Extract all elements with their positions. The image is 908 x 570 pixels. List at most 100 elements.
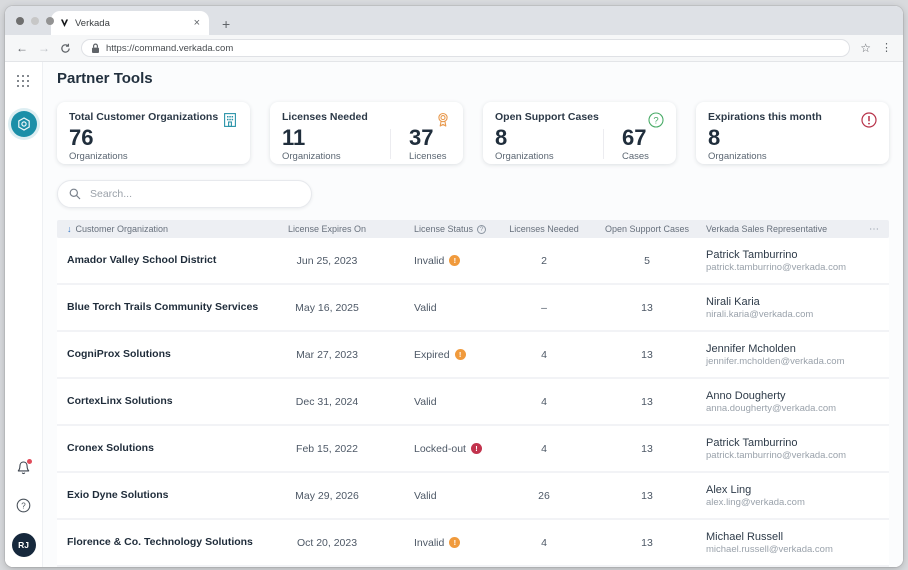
- card-title: Expirations this month: [708, 111, 877, 123]
- table-row[interactable]: Amador Valley School District Jun 25, 20…: [57, 238, 889, 285]
- column-header-open-support-cases[interactable]: Open Support Cases: [588, 224, 706, 234]
- app-content: ? RJ Partner Tools Total Customer Organi…: [5, 62, 903, 567]
- question-circle-icon: ?: [647, 111, 665, 129]
- help-circle-icon: ?: [16, 498, 31, 513]
- sales-representative-cell: Alex Ling alex.ling@verkada.com: [706, 484, 849, 508]
- org-name: CortexLinx Solutions: [67, 395, 272, 408]
- close-window-button[interactable]: [16, 17, 24, 25]
- page-title: Partner Tools: [57, 70, 889, 87]
- license-expires-date: Mar 27, 2023: [272, 349, 382, 361]
- stat-label: Organizations: [495, 151, 603, 162]
- browser-toolbar: ← → https://command.verkada.com ☆ ⋮: [5, 35, 903, 62]
- column-header-customer-organization[interactable]: ↓ Customer Organization: [67, 224, 272, 234]
- search-input[interactable]: [88, 187, 300, 201]
- table-row[interactable]: Blue Torch Trails Community Services May…: [57, 285, 889, 332]
- notifications-button[interactable]: [16, 460, 31, 481]
- stat-label: Organizations: [69, 151, 177, 162]
- table-more-icon[interactable]: ⋯: [849, 224, 879, 235]
- lock-icon[interactable]: [91, 43, 100, 54]
- verkada-logo-icon: [60, 18, 69, 28]
- license-status-text: Invalid: [414, 537, 444, 549]
- column-header-sales-representative[interactable]: Verkada Sales Representative: [706, 224, 849, 234]
- new-tab-button[interactable]: +: [222, 17, 230, 31]
- license-status-text: Expired: [414, 349, 450, 361]
- org-name: Exio Dyne Solutions: [67, 489, 272, 502]
- column-header-license-expires-on[interactable]: License Expires On: [272, 224, 382, 234]
- stat-value: 37: [409, 126, 447, 149]
- bookmark-star-icon[interactable]: ☆: [860, 42, 871, 54]
- table-row[interactable]: CortexLinx Solutions Dec 31, 2024 Valid …: [57, 379, 889, 426]
- settings-gear-button[interactable]: [11, 111, 37, 137]
- rep-name: Michael Russell: [706, 531, 849, 543]
- stat-value: 76: [69, 126, 177, 149]
- rep-name: Anno Dougherty: [706, 390, 849, 402]
- help-button[interactable]: ?: [16, 498, 31, 518]
- sales-representative-cell: Patrick Tamburrino patrick.tamburrino@ve…: [706, 249, 849, 273]
- svg-text:?: ?: [653, 115, 658, 126]
- org-name: CogniProx Solutions: [67, 348, 272, 361]
- stat-value: 8: [495, 126, 603, 149]
- stat-label: Cases: [622, 151, 649, 162]
- column-label: License Status: [414, 224, 473, 234]
- url-field[interactable]: https://command.verkada.com: [81, 39, 850, 57]
- browser-menu-icon[interactable]: ⋮: [881, 43, 892, 54]
- licenses-needed-value: 26: [500, 490, 588, 502]
- table-body: Amador Valley School District Jun 25, 20…: [57, 238, 889, 567]
- column-label: Customer Organization: [76, 224, 169, 234]
- licenses-needed-value: 4: [500, 396, 588, 408]
- license-status-cell: Valid: [382, 490, 500, 502]
- license-expires-date: Dec 31, 2024: [272, 396, 382, 408]
- close-tab-icon[interactable]: ×: [194, 18, 200, 29]
- license-status-text: Valid: [414, 396, 437, 408]
- minimize-window-button[interactable]: [31, 17, 39, 25]
- license-status-cell: Valid: [382, 396, 500, 408]
- table-row[interactable]: Cronex Solutions Feb 15, 2022 Locked-out…: [57, 426, 889, 473]
- card-title: Open Support Cases: [495, 111, 664, 123]
- open-support-cases-value: 13: [588, 443, 706, 455]
- sales-representative-cell: Michael Russell michael.russell@verkada.…: [706, 531, 849, 555]
- card-total-customer-organizations: Total Customer Organizations 76 Organiza…: [57, 102, 250, 164]
- table-header: ↓ Customer Organization License Expires …: [57, 220, 889, 238]
- license-status-cell: Invalid !: [382, 537, 500, 549]
- card-open-support-cases: Open Support Cases ? 8 Organizations 67: [483, 102, 676, 164]
- license-expires-date: Jun 25, 2023: [272, 255, 382, 267]
- browser-tab-strip: Verkada × +: [5, 6, 903, 35]
- rep-email: michael.russell@verkada.com: [706, 544, 849, 555]
- open-support-cases-value: 5: [588, 255, 706, 267]
- license-status-cell: Valid: [382, 302, 500, 314]
- user-avatar[interactable]: RJ: [12, 533, 36, 557]
- table-row[interactable]: CogniProx Solutions Mar 27, 2023 Expired…: [57, 332, 889, 379]
- status-icon: !: [449, 255, 460, 266]
- column-header-licenses-needed[interactable]: Licenses Needed: [500, 224, 588, 234]
- award-icon: [434, 111, 452, 129]
- window-controls: [16, 17, 54, 25]
- forward-icon[interactable]: →: [38, 42, 50, 54]
- licenses-needed-value: 4: [500, 443, 588, 455]
- rep-email: patrick.tamburrino@verkada.com: [706, 450, 849, 461]
- tab-title: Verkada: [75, 18, 188, 29]
- table-row[interactable]: Exio Dyne Solutions May 29, 2026 Valid 2…: [57, 473, 889, 520]
- sales-representative-cell: Jennifer Mcholden jennifer.mcholden@verk…: [706, 343, 849, 367]
- license-status-text: Locked-out: [414, 443, 466, 455]
- license-status-cell: Expired !: [382, 349, 500, 361]
- back-icon[interactable]: ←: [16, 42, 28, 54]
- licenses-needed-value: 4: [500, 349, 588, 361]
- apps-grid-icon[interactable]: [17, 75, 31, 89]
- status-info-icon[interactable]: ?: [477, 225, 486, 234]
- customer-table: ↓ Customer Organization License Expires …: [57, 220, 889, 567]
- reload-icon[interactable]: [60, 43, 71, 54]
- alert-circle-icon: [860, 111, 878, 129]
- license-status-cell: Locked-out !: [382, 443, 500, 455]
- license-expires-date: Oct 20, 2023: [272, 537, 382, 549]
- rep-email: nirali.karia@verkada.com: [706, 309, 849, 320]
- license-status-cell: Invalid !: [382, 255, 500, 267]
- maximize-window-button[interactable]: [46, 17, 54, 25]
- svg-text:?: ?: [21, 501, 26, 510]
- status-icon: !: [455, 349, 466, 360]
- license-expires-date: May 29, 2026: [272, 490, 382, 502]
- table-row[interactable]: Florence & Co. Technology Solutions Oct …: [57, 520, 889, 567]
- license-status-text: Valid: [414, 490, 437, 502]
- column-header-license-status[interactable]: License Status ?: [382, 224, 500, 234]
- org-name: Cronex Solutions: [67, 442, 272, 455]
- browser-tab-verkada[interactable]: Verkada ×: [51, 11, 209, 35]
